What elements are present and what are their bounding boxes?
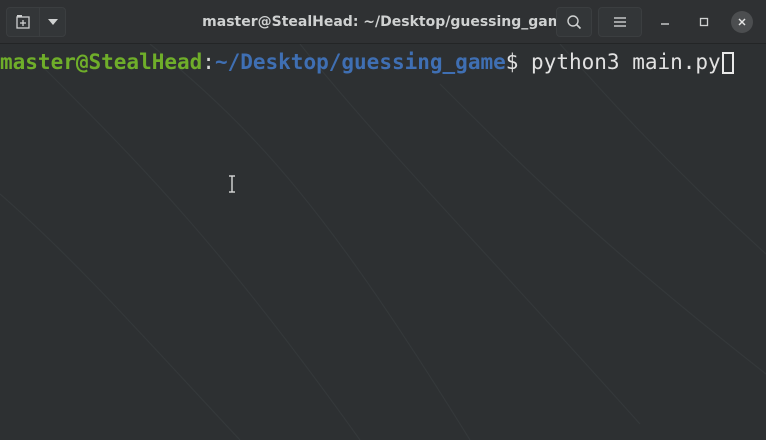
background-texture — [0, 44, 766, 440]
new-tab-button[interactable] — [6, 7, 40, 37]
prompt-user: master@StealHead — [0, 50, 203, 74]
terminal-area[interactable]: master@StealHead:~/Desktop/guessing_game… — [0, 44, 766, 440]
maximize-button[interactable] — [694, 12, 714, 32]
minimize-button[interactable] — [655, 12, 675, 32]
close-button[interactable] — [731, 11, 753, 33]
command-text: python3 main.py — [531, 50, 721, 74]
title-bar: master@StealHead: ~/Desktop/guessing_gam… — [0, 0, 766, 44]
search-button[interactable] — [556, 7, 592, 37]
tab-menu-button[interactable] — [39, 7, 66, 37]
hamburger-menu-icon — [614, 17, 626, 27]
search-icon — [567, 15, 582, 30]
maximize-icon — [699, 17, 709, 27]
minimize-icon — [661, 23, 669, 25]
text-cursor — [721, 52, 734, 74]
terminal-window: master@StealHead: ~/Desktop/guessing_gam… — [0, 0, 766, 440]
ibeam-cursor-icon — [229, 175, 235, 193]
new-tab-icon — [16, 15, 30, 29]
close-icon — [738, 18, 746, 26]
command-line: master@StealHead:~/Desktop/guessing_game… — [0, 49, 734, 75]
chevron-down-icon — [47, 19, 58, 25]
hamburger-menu-button[interactable] — [598, 7, 642, 37]
prompt-symbol: $ — [505, 50, 532, 74]
window-title: master@StealHead: ~/Desktop/guessing_gam… — [202, 14, 572, 30]
prompt-path: ~/Desktop/guessing_game — [214, 50, 506, 74]
prompt-colon: : — [202, 50, 215, 74]
